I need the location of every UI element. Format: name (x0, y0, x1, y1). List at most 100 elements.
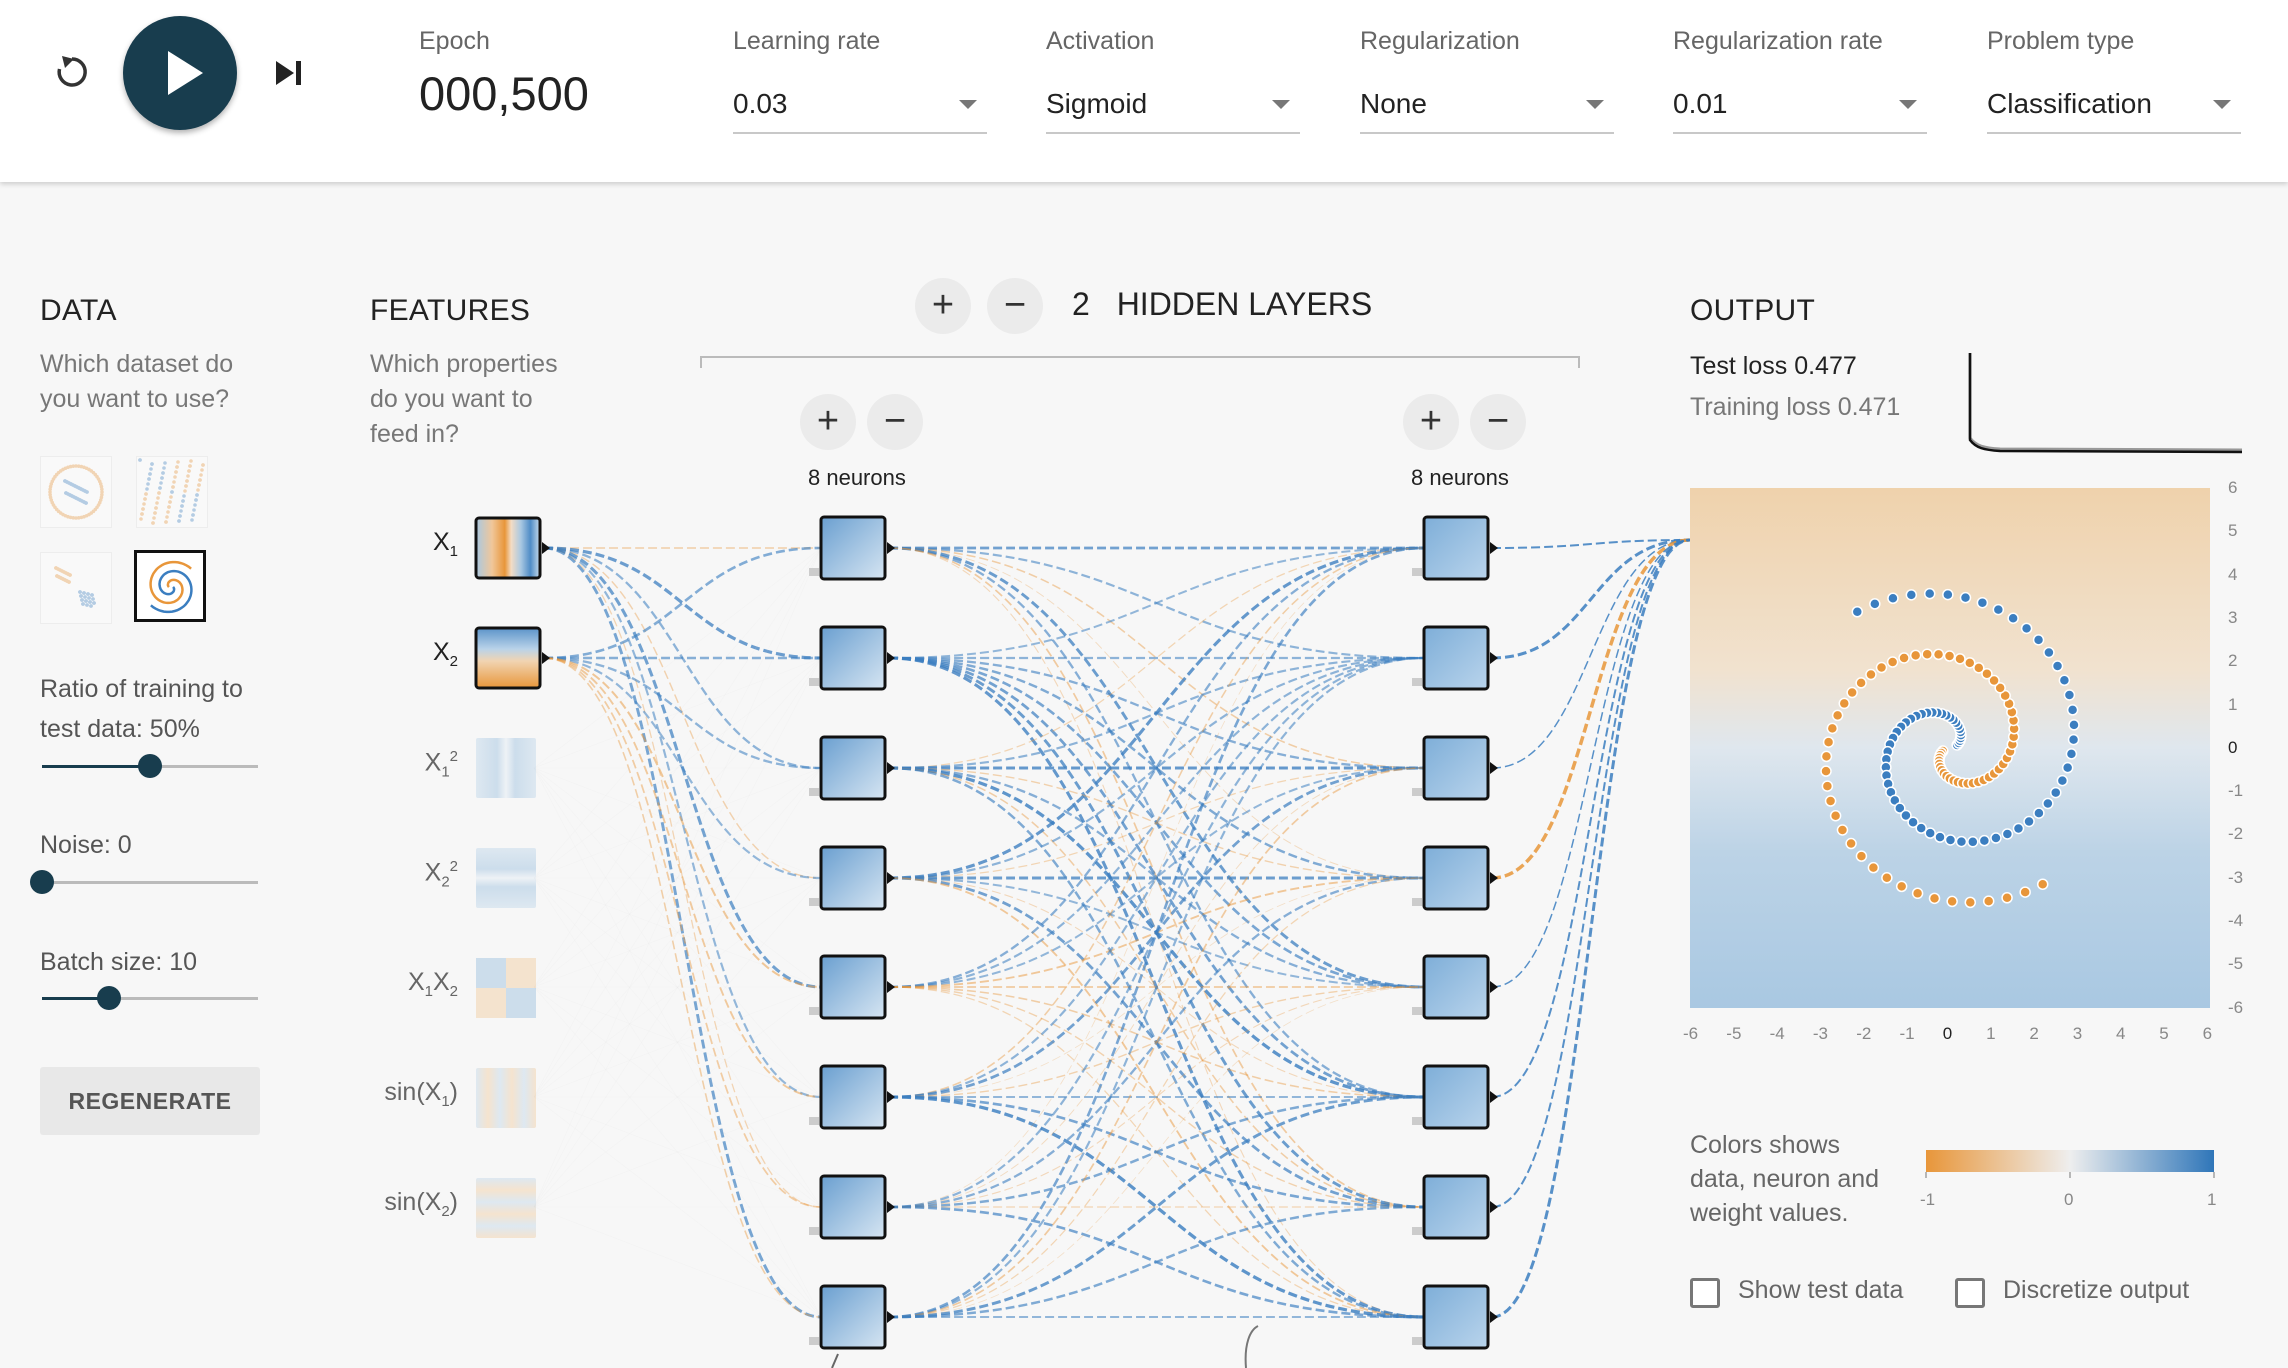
x-axis-tick: -4 (1769, 1024, 1785, 1043)
data-point (1846, 686, 1858, 699)
x-axis-tick: -6 (1683, 1024, 1699, 1043)
y-axis-tick: 2 (2228, 651, 2238, 671)
neuron[interactable] (1412, 954, 1498, 1020)
data-point (1881, 872, 1893, 884)
y-axis-tick: -4 (2228, 911, 2244, 930)
data-point (2001, 891, 2013, 904)
data-point (2023, 815, 2035, 828)
feature-x2-squared[interactable] (476, 848, 536, 908)
output-link[interactable] (1491, 538, 1691, 1319)
data-point (1942, 588, 1954, 601)
inactive-link (533, 1206, 822, 1318)
data-point (2058, 674, 2071, 687)
neuron[interactable] (809, 954, 895, 1020)
data-point (1821, 780, 1834, 792)
data-point (1967, 836, 1979, 848)
inactive-link (533, 877, 822, 1318)
neuron[interactable] (1412, 845, 1498, 911)
output-heatmap (1690, 488, 2210, 1008)
y-axis-tick: 3 (2228, 607, 2238, 627)
feature-sin-x2[interactable] (476, 1178, 536, 1238)
neuron[interactable] (809, 735, 895, 801)
data-point (1905, 589, 1918, 601)
neuron[interactable] (809, 1064, 895, 1130)
data-point (1946, 895, 1958, 908)
discretize-output-checkbox[interactable]: Discretize output (1955, 1276, 2235, 1310)
neuron[interactable] (809, 1174, 895, 1240)
legend-line: Colors shows (1690, 1131, 1841, 1159)
data-point (1992, 603, 2005, 616)
output-link[interactable] (1491, 539, 1691, 1208)
neuron[interactable] (1412, 515, 1498, 581)
checkbox-box[interactable] (1955, 1278, 1985, 1308)
output-title: OUTPUT (1690, 294, 1816, 327)
neuron[interactable] (809, 845, 895, 911)
data-point (1959, 591, 1972, 604)
output-link[interactable] (1491, 539, 1691, 1098)
data-point (1826, 722, 1839, 735)
inactive-link (533, 547, 822, 1098)
weight-link[interactable] (888, 1205, 1425, 1319)
neuron[interactable] (1412, 625, 1498, 691)
legend-line: weight values. (1690, 1199, 1849, 1227)
checkbox-box[interactable] (1690, 1278, 1720, 1308)
inactive-link (533, 547, 822, 988)
training-loss: Training loss 0.471 (1690, 393, 1901, 421)
weight-link[interactable] (543, 657, 822, 1098)
legend-tick: -1 (1920, 1190, 1936, 1209)
weight-link[interactable] (888, 547, 1425, 1098)
neuron[interactable] (809, 1284, 895, 1350)
weight-link[interactable] (888, 546, 1425, 880)
y-axis-tick: -5 (2228, 954, 2244, 974)
data-point (1838, 697, 1851, 710)
neuron[interactable] (1412, 735, 1498, 801)
weight-link[interactable] (543, 546, 822, 1319)
neuron[interactable] (1412, 1064, 1498, 1130)
data-point (1954, 653, 1966, 665)
data-point (2061, 761, 2074, 774)
data-point (1911, 887, 1924, 900)
data-point (1822, 736, 1835, 748)
feature-sin-x1[interactable] (476, 1068, 536, 1128)
data-point (1921, 648, 1933, 660)
data-point (1820, 750, 1833, 763)
data-point (2007, 612, 2019, 624)
data-point (1898, 652, 1910, 664)
neuron[interactable] (809, 515, 895, 581)
data-point (1855, 677, 1867, 689)
weight-link[interactable] (888, 546, 1425, 1319)
y-axis-tick: 6 (2228, 478, 2238, 497)
feature-x1-squared[interactable] (476, 738, 536, 798)
data-point (1886, 656, 1899, 668)
feature-x1x2[interactable] (476, 958, 536, 1018)
inactive-link (533, 657, 822, 1208)
bias-arrow (831, 1353, 839, 1368)
show-test-data-checkbox[interactable]: Show test data (1690, 1276, 1940, 1310)
weight-link[interactable] (543, 547, 822, 879)
data-point (1943, 650, 1956, 662)
neuron[interactable] (809, 625, 895, 691)
loss-chart (1968, 353, 2242, 454)
weight-link[interactable] (888, 986, 1425, 1318)
data-point (2066, 704, 2079, 716)
data-point (1923, 587, 1936, 600)
x-axis-tick: 5 (2159, 1024, 2169, 1043)
x-axis-tick: -1 (1899, 1024, 1915, 1043)
output-link[interactable] (1491, 538, 1691, 880)
weight-link[interactable] (888, 767, 1425, 1318)
data-point (1934, 831, 1946, 843)
data-point (1982, 895, 1995, 907)
feature-x1[interactable] (474, 516, 550, 580)
data-point (1851, 605, 1864, 618)
weight-link[interactable] (543, 657, 822, 1318)
data-point (2019, 886, 2031, 898)
neuron[interactable] (1412, 1284, 1498, 1350)
x-axis-tick: 2 (2029, 1024, 2039, 1043)
data-point (2051, 660, 2064, 672)
data-point (2033, 807, 2045, 819)
data-point (1978, 834, 1991, 847)
feature-x2[interactable] (474, 626, 550, 690)
data-point (1831, 709, 1844, 722)
neuron[interactable] (1412, 1174, 1498, 1240)
y-axis-tick: 4 (2228, 564, 2238, 584)
